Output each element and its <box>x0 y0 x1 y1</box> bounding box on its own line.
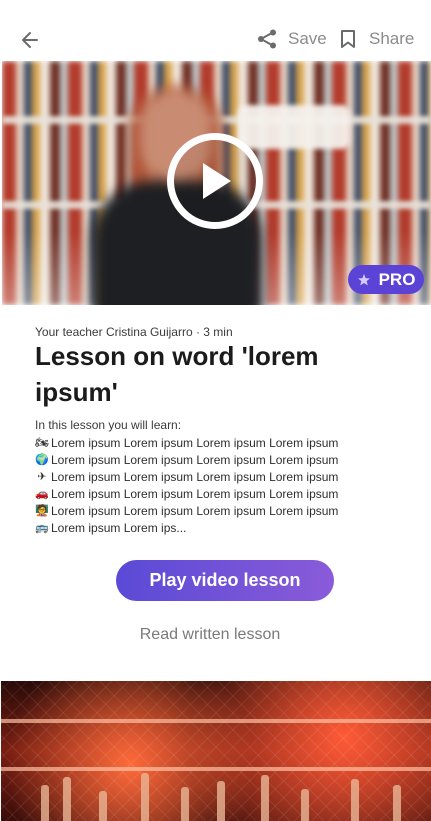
pro-badge-label: PRO <box>378 269 416 289</box>
share-button[interactable]: Share <box>337 24 414 54</box>
car-emoji-icon: 🚗 <box>35 487 49 500</box>
teacher-emoji-icon: 🧑‍🏫 <box>35 504 49 517</box>
airplane-emoji-icon: ✈ <box>37 470 47 483</box>
globe-emoji-icon: 🌍 <box>35 453 49 466</box>
list-item-text: Lorem ipsum Lorem ipsum Lorem ipsum Lore… <box>51 435 339 450</box>
learn-heading: In this lesson you will learn: <box>35 418 182 432</box>
arrow-left-icon <box>22 32 38 48</box>
list-item-text: Lorem ipsum Lorem ipsum Lorem ipsum Lore… <box>51 503 339 518</box>
play-video-lesson-button[interactable]: Play video lesson <box>116 560 334 601</box>
share-nodes-icon <box>256 28 278 50</box>
star-icon <box>357 273 370 285</box>
pro-badge: PRO <box>348 265 424 294</box>
save-button[interactable]: Save <box>256 24 327 54</box>
lesson-title: Lesson on word 'lorem ipsum' <box>35 341 319 407</box>
save-label: Save <box>288 29 327 48</box>
list-item: 🚌 Lorem ipsum Lorem ips... <box>35 519 338 536</box>
list-item-text: Lorem ipsum Lorem ipsum Lorem ipsum Lore… <box>51 486 339 501</box>
lesson-meta: Your teacher Cristina Guijarro · 3 min <box>35 325 233 339</box>
list-item: 🌍 Lorem ipsum Lorem ipsum Lorem ipsum Lor… <box>35 451 338 468</box>
list-item: 🧑‍🏫 Lorem ipsum Lorem ipsum Lorem ipsum L… <box>35 502 338 519</box>
learn-list: 🏍 Lorem ipsum Lorem ipsum Lorem ipsum Lor… <box>35 434 338 536</box>
bookmark-icon <box>337 28 359 50</box>
read-written-lesson-link[interactable]: Read written lesson <box>116 622 304 648</box>
play-icon <box>203 163 231 199</box>
video-speech-bubble <box>238 105 350 149</box>
play-button[interactable] <box>167 133 263 229</box>
motorcycle-emoji-icon: 🏍 <box>35 436 49 449</box>
list-item-text: Lorem ipsum Lorem ips... <box>51 520 187 535</box>
list-item: ✈ Lorem ipsum Lorem ipsum Lorem ipsum Lor… <box>35 468 338 485</box>
back-button[interactable] <box>16 26 44 54</box>
list-item-text: Lorem ipsum Lorem ipsum Lorem ipsum Lore… <box>51 469 339 484</box>
bus-emoji-icon: 🚌 <box>35 521 49 534</box>
top-bar: Save Share <box>0 0 431 60</box>
next-lesson-image[interactable] <box>1 681 431 821</box>
list-item: 🏍 Lorem ipsum Lorem ipsum Lorem ipsum Lor… <box>35 434 338 451</box>
share-label: Share <box>369 29 415 48</box>
list-item: 🚗 Lorem ipsum Lorem ipsum Lorem ipsum Lor… <box>35 485 338 502</box>
video-player[interactable]: PRO <box>2 61 431 305</box>
list-item-text: Lorem ipsum Lorem ipsum Lorem ipsum Lore… <box>51 452 339 467</box>
